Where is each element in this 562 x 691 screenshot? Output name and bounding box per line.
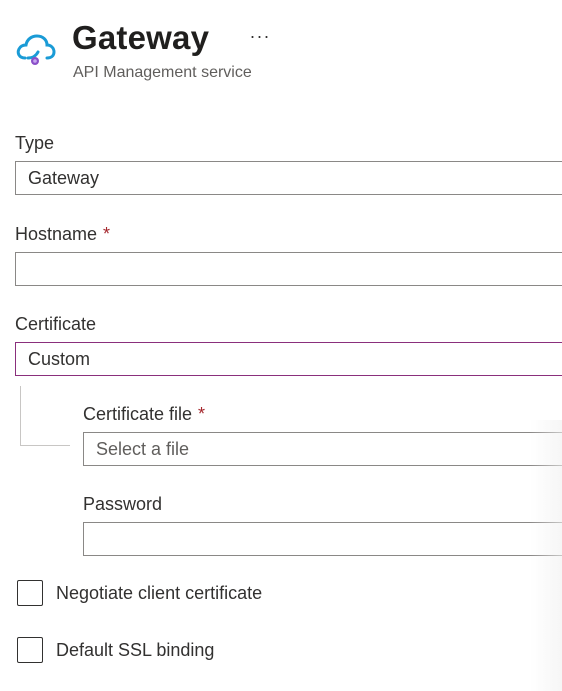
tree-connector-line xyxy=(20,386,70,446)
type-field[interactable]: Gateway xyxy=(15,161,562,195)
negotiate-client-certificate-checkbox-row[interactable]: Negotiate client certificate xyxy=(17,580,262,606)
api-management-cloud-icon xyxy=(14,30,56,70)
certificate-label: Certificate xyxy=(15,314,97,334)
type-label: Type xyxy=(15,133,55,153)
default-ssl-binding-checkbox[interactable] xyxy=(17,637,43,663)
certificate-file-input[interactable] xyxy=(83,432,562,466)
negotiate-client-certificate-checkbox[interactable] xyxy=(17,580,43,606)
page-subtitle: API Management service xyxy=(73,64,252,81)
hostname-label: Hostname * xyxy=(15,222,110,246)
negotiate-client-certificate-label: Negotiate client certificate xyxy=(56,583,263,603)
default-ssl-binding-checkbox-row[interactable]: Default SSL binding xyxy=(17,637,214,663)
password-label: Password xyxy=(83,494,163,514)
password-input[interactable] xyxy=(83,522,562,556)
certificate-file-label-text: Certificate file xyxy=(83,404,193,424)
required-indicator: * xyxy=(103,224,111,244)
hostname-input[interactable] xyxy=(15,252,562,286)
default-ssl-binding-label: Default SSL binding xyxy=(56,640,215,660)
required-indicator: * xyxy=(198,404,206,424)
more-options-button[interactable]: ··· xyxy=(246,22,274,50)
certificate-file-label: Certificate file * xyxy=(83,402,205,426)
page-title: Gateway xyxy=(72,19,210,56)
hostname-label-text: Hostname xyxy=(15,224,98,244)
certificate-dropdown[interactable]: Custom xyxy=(15,342,562,376)
